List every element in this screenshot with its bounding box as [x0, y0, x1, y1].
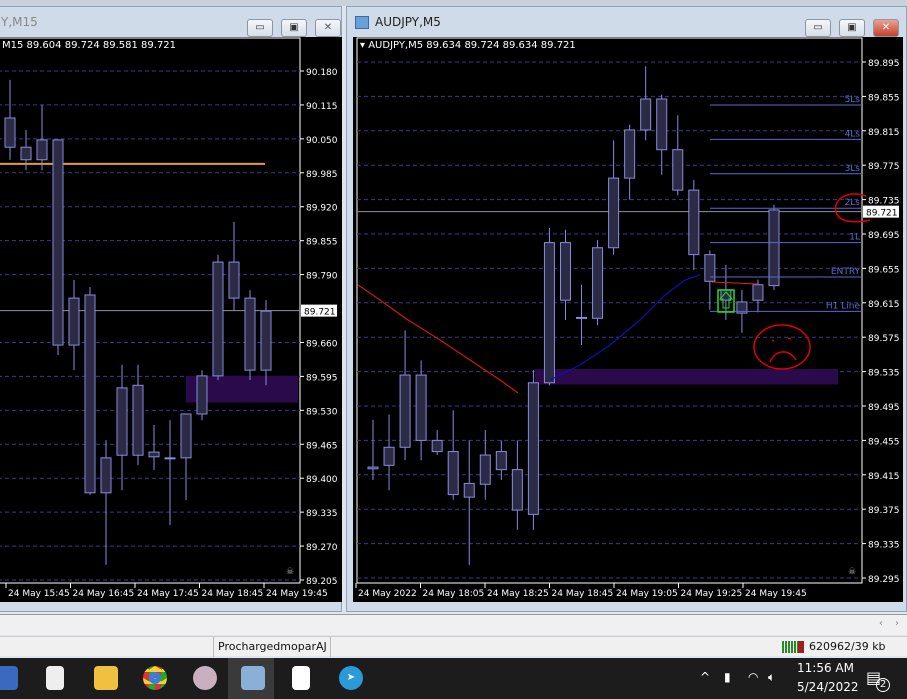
robot-icon: ☠ [848, 567, 856, 577]
time-label: 24 May 19:45 [745, 589, 807, 599]
connection-bars-icon [782, 641, 804, 653]
plot-border [356, 37, 863, 584]
level-label: H1 Line [826, 301, 861, 311]
candle-body [576, 316, 588, 319]
account-name: ProchargedmoparAJ [218, 640, 327, 653]
level-label: ENTRY [831, 267, 861, 277]
candle-body [495, 451, 507, 471]
telegram-icon[interactable]: ➤ [339, 666, 363, 690]
price-label: 89.495 [868, 403, 900, 413]
candle-body [592, 247, 604, 319]
price-label: 89.775 [868, 162, 900, 172]
chrome-icon[interactable] [143, 666, 167, 690]
candle-body [752, 284, 764, 301]
volume-icon[interactable]: 🔈︎ [768, 670, 775, 685]
candle-body [640, 98, 652, 131]
power-icon[interactable]: ▮ [724, 670, 731, 684]
order-line [711, 281, 759, 285]
candle-body [399, 374, 411, 448]
candle-body [688, 189, 700, 256]
clock-date[interactable]: 5/24/2022 [797, 680, 859, 694]
chart-tabs-bar: ‹ › [0, 614, 907, 635]
red-moving-average [357, 284, 519, 394]
candle-body [511, 469, 523, 511]
windows-taskbar: ➤ ^ ▮ ◠ 🔈︎ 11:56 AM 5/24/2022 ▤ 2 [0, 658, 907, 699]
price-label: 89.615 [868, 300, 900, 310]
level-label: 3Ls [845, 164, 861, 174]
time-label: 24 May 19:05 [616, 589, 678, 599]
price-label: 89.735 [868, 197, 900, 207]
candle-body [559, 242, 571, 301]
clock-time[interactable]: 11:56 AM [797, 661, 854, 675]
scroll-left-icon[interactable]: ‹ [879, 618, 883, 629]
notes-icon[interactable] [292, 666, 310, 690]
level-label: 1L [849, 233, 860, 243]
price-label: 89.415 [868, 472, 900, 482]
metatrader-icon[interactable] [241, 666, 265, 690]
level-label: 4Ls [845, 129, 861, 139]
candle-body [463, 482, 475, 498]
price-label: 89.655 [868, 265, 900, 275]
time-label: 24 May 2022 [358, 589, 417, 599]
price-label: 89.575 [868, 334, 900, 344]
price-label: 89.695 [868, 231, 900, 241]
time-label: 24 May 18:45 [552, 589, 614, 599]
snipping-tool-icon[interactable] [193, 666, 217, 690]
price-label: 89.815 [868, 128, 900, 138]
candle-body [431, 439, 443, 453]
candle-body [479, 454, 491, 485]
calculator-icon[interactable] [46, 666, 64, 690]
status-bar: ProchargedmoparAJ 620962/39 kb [0, 636, 907, 657]
traffic-text: 620962/39 kb [809, 640, 886, 653]
time-label: 24 May 19:25 [681, 589, 743, 599]
price-label: 89.895 [868, 59, 900, 69]
scroll-right-icon[interactable]: › [895, 618, 899, 629]
candle-body [543, 242, 555, 384]
wifi-icon[interactable]: ◠ [748, 670, 758, 684]
candle-body [367, 466, 379, 470]
candle-body [527, 382, 539, 515]
price-label: 89.855 [868, 93, 900, 103]
candle-body [768, 209, 780, 287]
time-label: 24 May 18:25 [487, 589, 549, 599]
sad-face-annotation [753, 324, 811, 370]
price-label: 89.375 [868, 506, 900, 516]
blue-moving-average [549, 274, 701, 381]
time-label: 24 May 18:05 [423, 589, 485, 599]
price-label: 89.335 [868, 541, 900, 551]
candle-body [672, 149, 684, 191]
candle-body [447, 451, 459, 496]
ohlc-header: ▾ AUDJPY,M5 89.634 89.724 89.634 89.721 [360, 40, 576, 51]
right-candlestick-chart[interactable]: 89.895 89.855 89.815 89.775 89.735 89.695 89.6… [0, 0, 907, 605]
price-label: 89.455 [868, 437, 900, 447]
sad-face-mouth [769, 337, 797, 363]
level-label: 5Ls [845, 95, 861, 105]
price-label: 89.535 [868, 369, 900, 379]
file-explorer-icon[interactable] [94, 666, 118, 690]
current-price-label: 89.721 [866, 209, 898, 219]
price-label: 89.295 [868, 575, 900, 585]
candle-body [383, 446, 395, 466]
notification-count: 2 [876, 678, 890, 692]
app-icon[interactable] [0, 666, 18, 690]
show-hidden-icons[interactable]: ^ [700, 670, 710, 684]
ohlc-text: AUDJPY,M5 89.634 89.724 89.634 89.721 [368, 40, 576, 51]
candle-body [656, 98, 668, 151]
candle-body [608, 177, 620, 249]
dropdown-triangle-icon[interactable]: ▾ [360, 40, 368, 51]
level-label: 2Ls [845, 198, 861, 208]
candle-body [415, 374, 427, 441]
supply-demand-zone [535, 369, 838, 385]
candle-body [624, 129, 636, 179]
